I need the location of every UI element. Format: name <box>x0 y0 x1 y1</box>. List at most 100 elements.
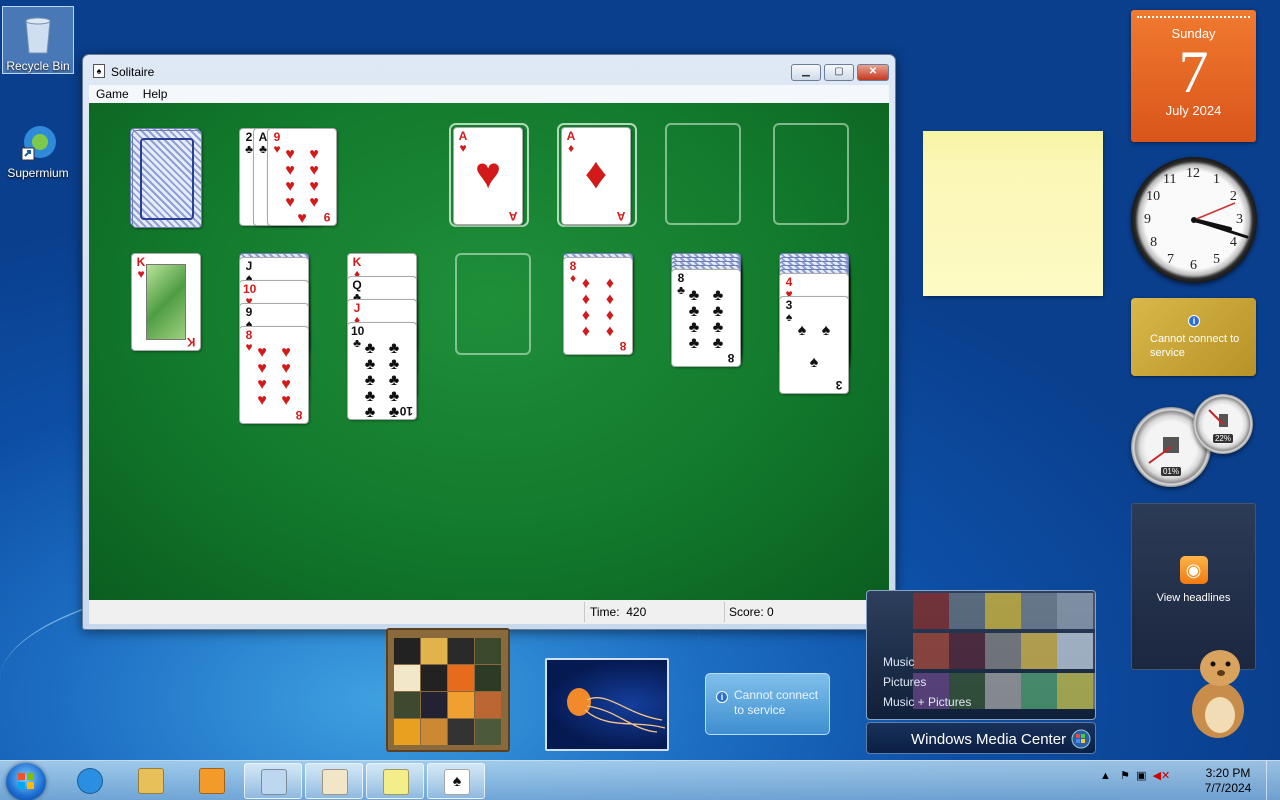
puzzle-tile[interactable] <box>394 719 420 745</box>
media-thumbnail <box>1057 633 1093 669</box>
show-hidden-icons-button[interactable]: ▲ <box>1100 770 1111 782</box>
maximize-button[interactable]: ▢ <box>824 64 854 81</box>
clock-number: 8 <box>1150 235 1158 250</box>
action-center-flag-icon[interactable]: ⚑ <box>1120 770 1130 782</box>
card-pip: ♥ <box>257 360 267 377</box>
taskbar-time: 3:20 PM <box>1205 766 1251 780</box>
clock-number: 1 <box>1213 172 1220 188</box>
card-pip: ♥ <box>309 178 319 195</box>
picture-puzzle-gadget[interactable] <box>386 628 510 752</box>
calendar-month-year: July 2024 <box>1165 103 1222 118</box>
media-pictures[interactable]: Pictures <box>883 675 926 689</box>
media-thumbnail <box>1021 673 1057 709</box>
puzzle-tile[interactable] <box>394 692 420 718</box>
memory-gauge-icon <box>1208 409 1228 427</box>
playing-card[interactable]: 10 ♣ ♣ ♣ ♣ ♣ ♣ ♣ ♣ ♣ ♣ ♣ 10 <box>347 322 417 420</box>
media-thumbnail <box>949 633 985 669</box>
puzzle-tile[interactable] <box>475 665 501 691</box>
media-center-bar[interactable]: Windows Media Center <box>866 722 1096 754</box>
taskbar-button[interactable] <box>244 763 302 799</box>
card-rank-corner-bottom: 3 <box>835 378 843 392</box>
media-thumbnail <box>1057 673 1093 709</box>
calendar-gadget[interactable]: Sunday 7 July 2024 <box>1131 10 1256 142</box>
game-board[interactable]: 2 ♣ A ♣ 9 ♥ ♥ ♥ ♥ ♥ ♥ ♥ ♥ ♥ ♥ 9 A ♥ ♥ A A ♦ ♦ A K ♥ K J ♠ 10 ♥ 9 ♠ 8 ♥ ♥ ♥ ♥ ♥… <box>89 103 889 600</box>
foundation-slot[interactable] <box>773 123 849 225</box>
media-music[interactable]: Music <box>883 655 914 669</box>
menu-help[interactable]: Help <box>136 85 175 103</box>
file-explorer-icon <box>138 768 164 794</box>
slideshow-gadget[interactable] <box>545 658 669 751</box>
foundation-slot[interactable] <box>665 123 741 225</box>
weather-gadget[interactable]: i Cannot connect to service <box>1131 298 1256 376</box>
network-icon[interactable]: ▣ <box>1136 770 1146 782</box>
taskbar-button[interactable] <box>61 763 119 799</box>
playing-card[interactable]: A ♦ ♦ A <box>561 127 631 225</box>
taskbar-button[interactable] <box>183 763 241 799</box>
taskbar-button[interactable] <box>366 763 424 799</box>
desktop-icon-recycle-bin[interactable]: Recycle Bin <box>2 6 74 74</box>
title-bar[interactable]: ♠ Solitaire ▁ ▢ ✕ <box>83 55 895 87</box>
playing-card[interactable]: A ♥ ♥ A <box>453 127 523 225</box>
playing-card[interactable]: K ♥ K <box>131 253 201 351</box>
card-rank-corner-bottom: 9 <box>323 210 331 224</box>
taskbar-button[interactable] <box>122 763 180 799</box>
card-pip: ♣ <box>688 335 700 352</box>
paint-icon <box>322 769 348 795</box>
media-thumbnail <box>913 633 949 669</box>
close-button[interactable]: ✕ <box>857 64 889 81</box>
media-center-gadget[interactable]: Music Pictures Music + Pictures <box>866 590 1096 720</box>
menu-game[interactable]: Game <box>89 85 136 103</box>
view-headlines-link[interactable]: View headlines <box>1132 592 1255 604</box>
puzzle-tile[interactable] <box>421 692 447 718</box>
media-thumbnail <box>985 633 1021 669</box>
puzzle-tile[interactable] <box>448 692 474 718</box>
puzzle-tile[interactable] <box>421 638 447 664</box>
playing-card[interactable]: 8 ♣ ♣ ♣ ♣ ♣ ♣ ♣ ♣ ♣ 8 <box>671 269 741 367</box>
puzzle-tile[interactable] <box>421 665 447 691</box>
card-pip: ♦ <box>605 291 615 308</box>
media-thumbnail <box>1093 593 1095 629</box>
puzzle-tile[interactable] <box>394 638 420 664</box>
clock-number: 5 <box>1213 251 1220 267</box>
windows-logo-icon <box>1071 729 1091 749</box>
tableau-empty-slot[interactable] <box>455 253 531 355</box>
card-pip: ♥ <box>257 376 267 393</box>
volume-muted-icon[interactable]: ◀✕ <box>1153 770 1171 782</box>
calendar-day: 7 <box>1178 39 1209 105</box>
puzzle-tile[interactable] <box>448 638 474 664</box>
card-pip: ♦ <box>605 275 615 292</box>
card-pip: ♦ <box>605 323 615 340</box>
clock-gadget[interactable]: 12 1 2 3 4 5 6 7 8 9 10 11 <box>1131 157 1257 283</box>
playing-card[interactable]: 8 ♥ ♥ ♥ ♥ ♥ ♥ ♥ ♥ ♥ 8 <box>239 326 309 424</box>
minimize-button[interactable]: ▁ <box>791 64 821 81</box>
show-desktop-button[interactable] <box>1266 761 1280 800</box>
taskbar-clock[interactable]: 3:20 PM 7/7/2024 <box>1193 766 1263 796</box>
card-rank-corner-bottom: K <box>186 335 196 349</box>
media-music-pictures[interactable]: Music + Pictures <box>883 695 971 709</box>
taskbar-button[interactable]: ♠ <box>427 763 485 799</box>
desktop-icon-supermium[interactable]: Supermium <box>2 114 74 180</box>
puzzle-tile[interactable] <box>448 665 474 691</box>
puzzle-tile[interactable] <box>475 719 501 745</box>
start-button[interactable] <box>6 763 46 800</box>
recycle-bin-icon <box>18 13 58 57</box>
media-thumbnail <box>985 673 1021 709</box>
playing-card[interactable]: 9 ♥ ♥ ♥ ♥ ♥ ♥ ♥ ♥ ♥ ♥ 9 <box>267 128 337 226</box>
puzzle-tile[interactable] <box>475 638 501 664</box>
memory-meter-gadget[interactable]: 22% <box>1193 394 1253 454</box>
taskbar-button[interactable] <box>305 763 363 799</box>
hamster-gadget-icon[interactable] <box>1180 640 1255 740</box>
card-pip: ♣ <box>364 404 376 420</box>
weather-gadget-small[interactable]: i Cannot connect to service <box>705 673 830 735</box>
puzzle-tile[interactable] <box>475 692 501 718</box>
media-player-icon <box>199 768 225 794</box>
puzzle-tile[interactable] <box>394 665 420 691</box>
status-bar: Time: 420 Score: 0 <box>89 600 889 624</box>
puzzle-tile[interactable] <box>448 719 474 745</box>
playing-card[interactable]: 8 ♦ ♦ ♦ ♦ ♦ ♦ ♦ ♦ ♦ 8 <box>563 257 633 355</box>
playing-card[interactable]: 3 ♠ ♠ ♠ ♠ 3 <box>779 296 849 394</box>
card-rank-corner: A ♥ <box>458 129 468 155</box>
puzzle-tile[interactable] <box>421 719 447 745</box>
sticky-note-gadget[interactable] <box>923 131 1103 296</box>
card-back[interactable] <box>132 130 202 228</box>
